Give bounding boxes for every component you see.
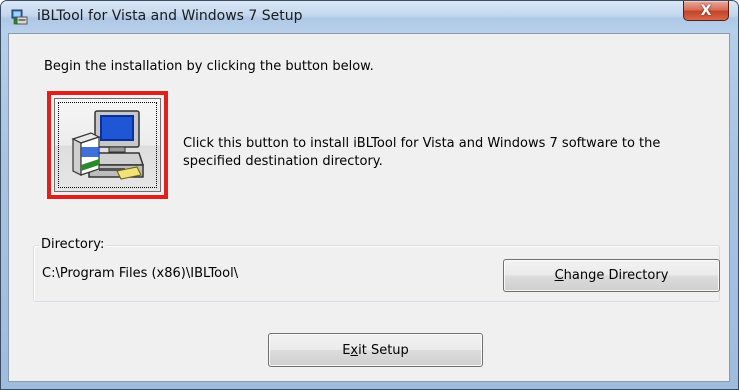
directory-path: C:\Program Files (x86)\IBLTool\ <box>42 266 239 281</box>
installer-computer-icon <box>71 110 145 180</box>
title-bar[interactable]: iBLTool for Vista and Windows 7 Setup X <box>1 1 738 33</box>
dialog-body: Begin the installation by clicking the b… <box>8 33 730 382</box>
directory-label: Directory: <box>39 237 107 252</box>
install-button-face[interactable] <box>54 98 161 192</box>
install-description: Click this button to install iBLTool for… <box>183 136 661 169</box>
exit-label-start: E <box>342 342 351 358</box>
setup-app-icon <box>11 9 28 25</box>
exit-accelerator: x <box>350 342 359 358</box>
close-button[interactable]: X <box>683 1 729 21</box>
close-icon: X <box>700 2 712 19</box>
change-directory-label: hange Directory <box>563 268 669 283</box>
setup-window: iBLTool for Vista and Windows 7 Setup X … <box>0 0 739 390</box>
window-title: iBLTool for Vista and Windows 7 Setup <box>37 8 303 24</box>
intro-text: Begin the installation by clicking the b… <box>44 59 374 74</box>
install-button[interactable] <box>47 91 168 199</box>
exit-label-end: it Setup <box>358 342 409 358</box>
change-directory-button[interactable]: Change Directory <box>503 259 720 292</box>
exit-setup-button[interactable]: Ex it Setup <box>268 333 483 367</box>
change-directory-accelerator: C <box>554 268 564 283</box>
